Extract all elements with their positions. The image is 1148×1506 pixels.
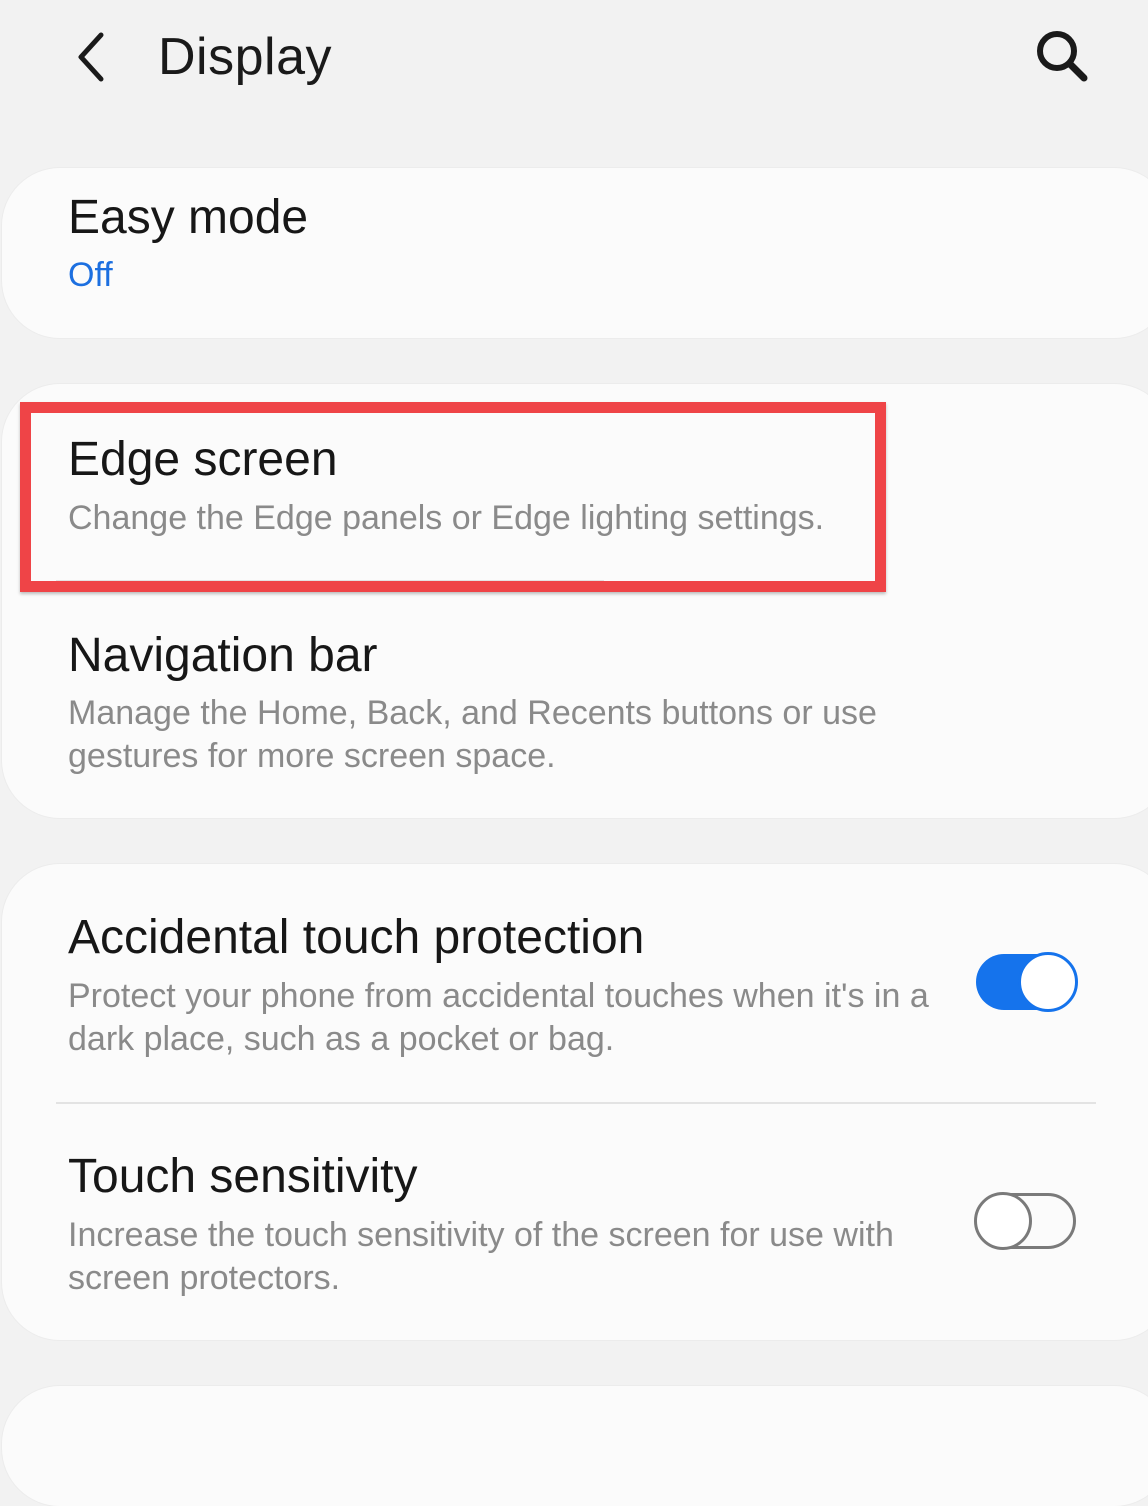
setting-title: Navigation bar — [68, 629, 378, 682]
app-bar: Display — [0, 0, 1148, 120]
settings-card-touch: Accidental touch protection Protect your… — [2, 864, 1148, 1340]
settings-card-easy-mode: Easy mode Off — [2, 168, 1148, 338]
toggle-knob — [974, 1192, 1032, 1250]
touch-sensitivity-toggle[interactable] — [974, 1192, 1076, 1250]
settings-card-screen: Edge screen Change the Edge panels or Ed… — [2, 384, 1148, 818]
setting-title: Touch sensitivity — [68, 1150, 418, 1203]
chevron-left-icon — [78, 32, 104, 82]
setting-subtitle: Increase the touch sensitivity of the sc… — [68, 1216, 894, 1297]
setting-easy-mode[interactable]: Easy mode Off — [2, 168, 1148, 338]
back-button[interactable] — [56, 22, 126, 92]
setting-subtitle: Protect your phone from accidental touch… — [68, 977, 929, 1058]
setting-accidental-touch-protection[interactable]: Accidental touch protection Protect your… — [2, 864, 1148, 1104]
search-icon — [1037, 31, 1088, 82]
setting-title: Accidental touch protection — [68, 911, 645, 964]
setting-touch-sensitivity[interactable]: Touch sensitivity Increase the touch sen… — [2, 1104, 1148, 1340]
settings-card-more — [2, 1386, 1148, 1506]
setting-title: Edge screen — [68, 433, 338, 486]
setting-navigation-bar[interactable]: Navigation bar Manage the Home, Back, an… — [2, 582, 1148, 818]
page-title: Display — [158, 28, 332, 86]
setting-edge-screen[interactable]: Edge screen Change the Edge panels or Ed… — [2, 384, 1148, 582]
setting-value: Off — [68, 256, 113, 294]
setting-subtitle: Change the Edge panels or Edge lighting … — [68, 499, 825, 537]
toggle-knob — [1018, 952, 1078, 1012]
setting-title: Easy mode — [68, 191, 309, 244]
setting-subtitle: Manage the Home, Back, and Recents butto… — [68, 694, 877, 775]
accidental-touch-protection-toggle[interactable] — [976, 952, 1078, 1012]
search-button[interactable] — [1026, 20, 1098, 92]
